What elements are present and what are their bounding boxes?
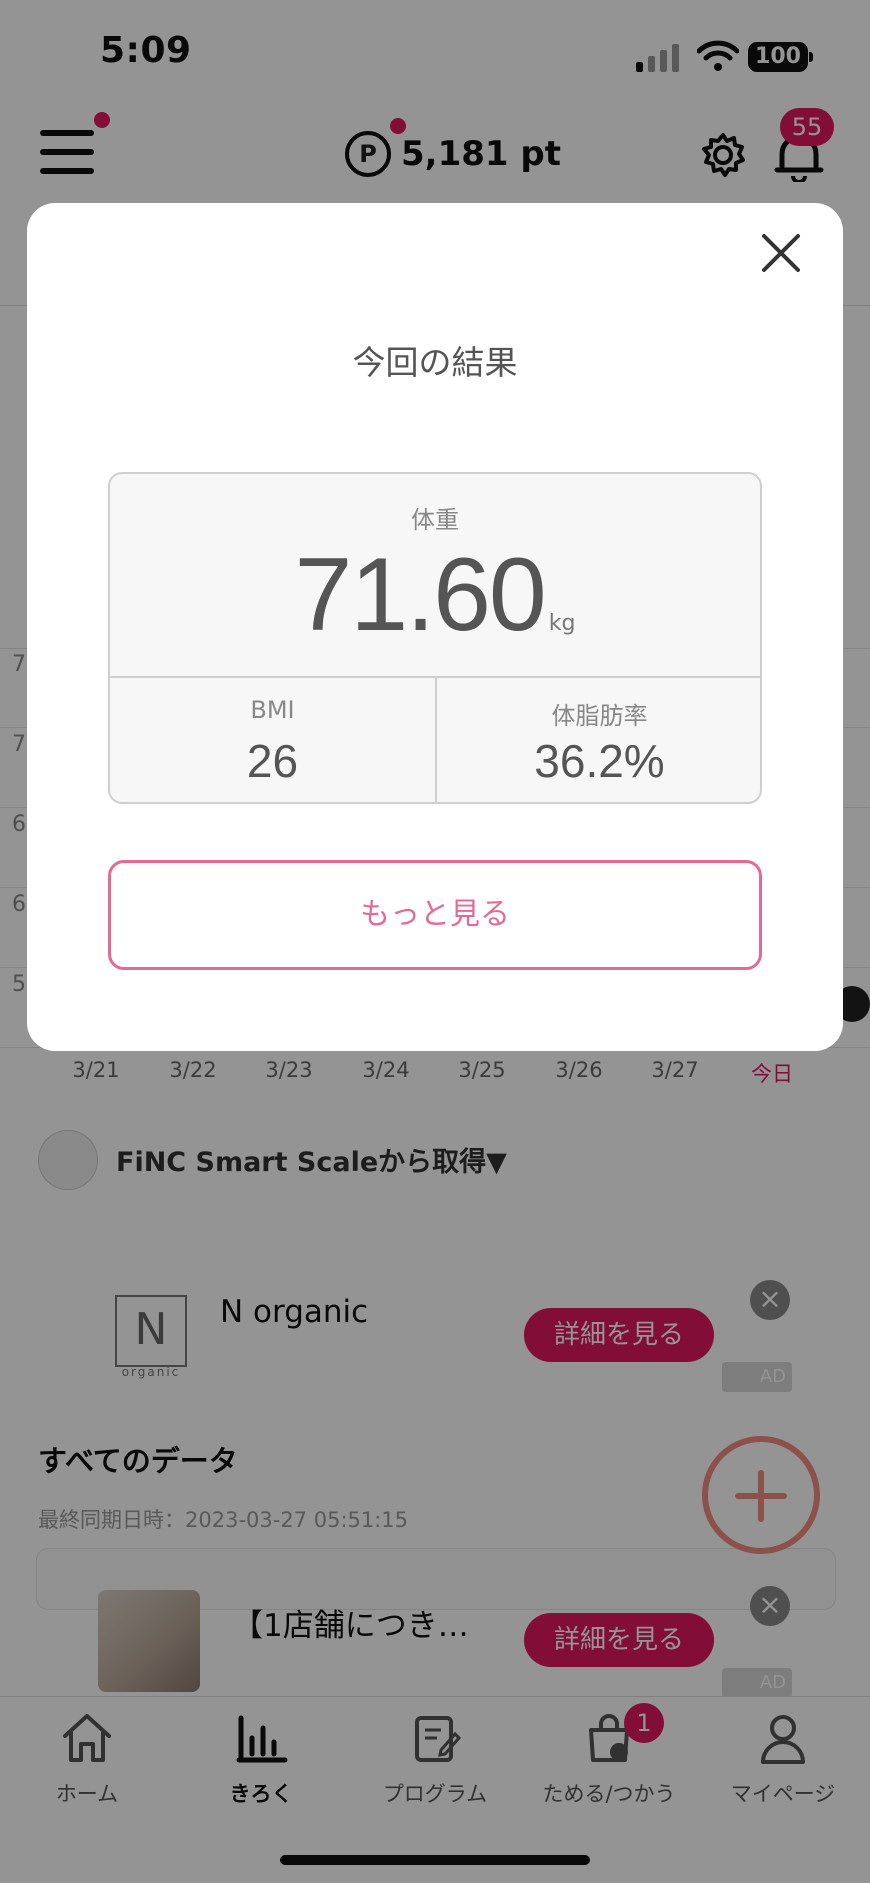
bmi-value: 26	[246, 735, 299, 787]
result-box: 体重 71.60 kg BMI 26 体脂肪率 36.2%	[108, 472, 762, 804]
weight-value: 71.60	[294, 537, 547, 653]
see-more-button[interactable]: もっと見る	[108, 860, 762, 970]
weight-label: 体重	[411, 506, 459, 534]
bmi-label: BMI	[250, 696, 295, 724]
modal-title: 今回の結果	[352, 343, 518, 382]
body-fat-label: 体脂肪率	[551, 702, 648, 730]
weight-unit: kg	[548, 611, 576, 636]
body-fat-value: 36.2%	[534, 735, 665, 787]
close-icon[interactable]	[758, 230, 804, 276]
weight-display: 71.60 kg	[110, 536, 760, 655]
